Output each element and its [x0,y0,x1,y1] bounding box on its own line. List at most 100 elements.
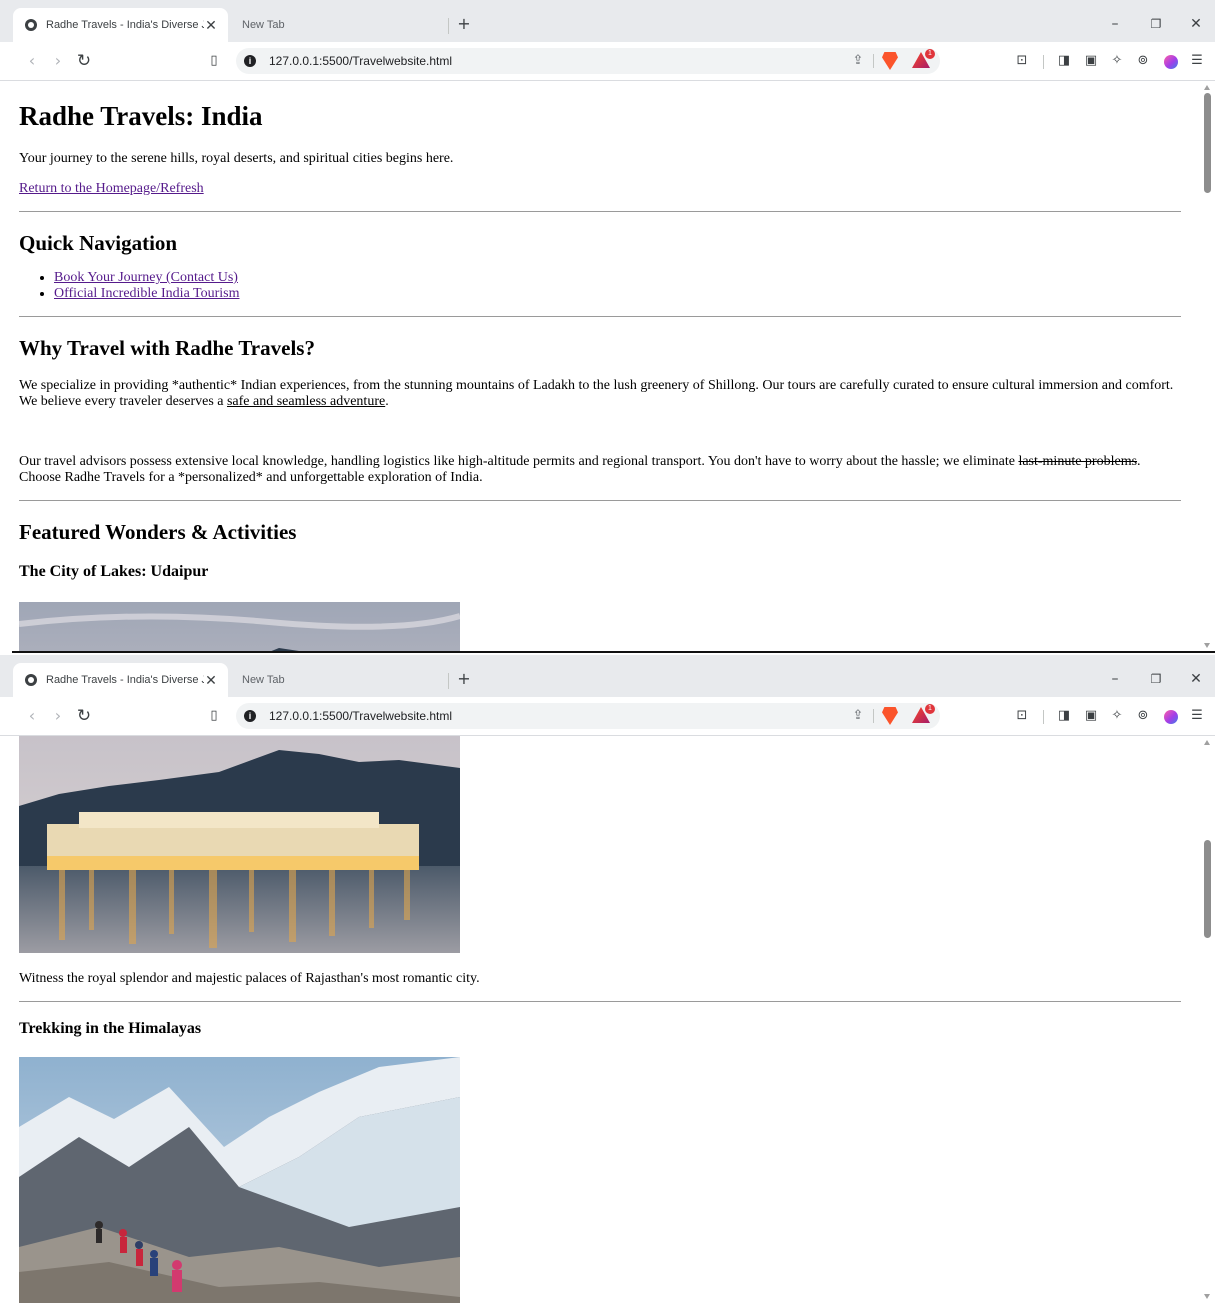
toolbar: ‹ › ↻ ▯ i 127.0.0.1:5500/Travelwebsite.h… [0,42,1215,81]
restore-button[interactable]: ❐ [1143,12,1169,36]
leo-ai-icon[interactable]: ✧ [1108,706,1126,726]
minimize-button[interactable]: – [1102,667,1128,691]
wallet-icon[interactable]: ▣ [1082,706,1100,726]
globe-icon [25,674,37,686]
section-divider [19,500,1181,501]
screenshot-icon[interactable]: ⊡ [1013,51,1031,71]
scroll-up-icon[interactable] [1204,740,1210,745]
share-icon[interactable]: ⇪ [850,52,866,70]
nav-item: Book Your Journey (Contact Us) [54,270,1181,286]
back-icon[interactable]: ‹ [22,50,42,72]
underlined-phrase: safe and seamless adventure [226,394,386,409]
tab-title: Radhe Travels - India's Diverse Jo [46,674,204,686]
brave-shields-icon[interactable] [882,52,898,70]
scroll-up-icon[interactable] [1204,85,1210,90]
struck-phrase: last-minute problems [1018,454,1138,469]
scroll-down-icon[interactable] [1204,643,1210,648]
vpn-icon[interactable]: ⊚ [1134,51,1152,71]
brave-shields-icon[interactable] [882,707,898,725]
contact-link[interactable]: Book Your Journey (Contact Us) [54,270,238,285]
udaipur-title: The City of Lakes: Udaipur [19,563,209,580]
rewards-badge: 1 [925,704,935,714]
why-paragraph-1: We specialize in providing *authentic* I… [19,378,1174,409]
menu-icon[interactable]: ☰ [1188,706,1206,726]
new-tab-button[interactable]: + [455,12,473,36]
lake-palace-photo [19,736,460,953]
tab-title: New Tab [242,674,285,686]
globe-icon [25,19,37,31]
tab-separator [448,18,449,34]
scroll-thumb[interactable] [1204,93,1211,193]
sidebar-icon[interactable]: ◨ [1055,706,1073,726]
tab-active[interactable]: Radhe Travels - India's Diverse Jo ✕ [13,8,228,42]
tab-title: New Tab [242,19,285,31]
close-icon[interactable]: ✕ [204,17,218,34]
tab-title: Radhe Travels - India's Diverse Jo [46,19,204,31]
reload-icon[interactable]: ↻ [74,705,94,727]
featured-heading: Featured Wonders & Activities [19,520,297,544]
section-divider [19,316,1181,317]
tab-separator [448,673,449,689]
menu-icon[interactable]: ☰ [1188,51,1206,71]
section-divider [19,211,1181,212]
scrollbar[interactable] [1200,81,1215,652]
page-viewport[interactable]: Radhe Travels: India Your journey to the… [0,81,1200,652]
toolbar: ‹ › ↻ ▯ i 127.0.0.1:5500/Travelwebsite.h… [0,697,1215,736]
vpn-icon[interactable]: ⊚ [1134,706,1152,726]
rewards-badge: 1 [925,49,935,59]
tab-strip: Radhe Travels - India's Diverse Jo ✕ New… [0,0,1215,42]
home-link[interactable]: Return to the Homepage/Refresh [19,181,204,196]
section-divider [19,1001,1181,1002]
window-close-button[interactable]: ✕ [1183,667,1209,691]
window-close-button[interactable]: ✕ [1183,12,1209,36]
tab-strip: Radhe Travels - India's Diverse Jo ✕ New… [0,655,1215,697]
page-content: Witness the royal splendor and majestic … [0,736,1200,1303]
tab-new[interactable]: New Tab [230,663,448,697]
sidebar-icon[interactable]: ◨ [1055,51,1073,71]
reload-icon[interactable]: ↻ [74,50,94,72]
profile-icon[interactable] [1164,55,1178,69]
himalaya-title: Trekking in the Himalayas [19,1020,202,1037]
forward-icon[interactable]: › [48,50,68,72]
why-heading: Why Travel with Radhe Travels? [19,336,315,360]
scroll-thumb[interactable] [1204,840,1211,938]
address-bar[interactable]: i 127.0.0.1:5500/Travelwebsite.html ⇪ 1 [236,703,940,729]
omnibox-separator [873,54,874,68]
nav-item: Official Incredible India Tourism [54,286,1181,302]
bookmark-icon[interactable]: ▯ [206,705,222,727]
site-info-icon[interactable]: i [244,710,256,722]
toolbar-separator [1043,55,1044,69]
profile-icon[interactable] [1164,710,1178,724]
page-viewport[interactable]: Witness the royal splendor and majestic … [0,736,1200,1303]
scroll-down-icon[interactable] [1204,1294,1210,1299]
page-title: Radhe Travels: India [19,101,263,131]
tourism-link[interactable]: Official Incredible India Tourism [54,286,240,301]
nav-list: Book Your Journey (Contact Us) Official … [19,270,1181,302]
new-tab-button[interactable]: + [455,667,473,691]
page-content: Radhe Travels: India Your journey to the… [0,81,1200,652]
share-icon[interactable]: ⇪ [850,707,866,725]
url-text[interactable]: 127.0.0.1:5500/Travelwebsite.html [269,703,452,729]
tab-active[interactable]: Radhe Travels - India's Diverse Jo ✕ [13,663,228,697]
leo-ai-icon[interactable]: ✧ [1108,51,1126,71]
udaipur-caption: Witness the royal splendor and majestic … [19,971,480,986]
restore-button[interactable]: ❐ [1143,667,1169,691]
nav-heading: Quick Navigation [19,231,178,255]
back-icon[interactable]: ‹ [22,705,42,727]
forward-icon[interactable]: › [48,705,68,727]
url-text[interactable]: 127.0.0.1:5500/Travelwebsite.html [269,48,452,74]
close-icon[interactable]: ✕ [204,672,218,689]
screenshot-divider [12,651,1215,653]
site-info-icon[interactable]: i [244,55,256,67]
scrollbar[interactable] [1200,736,1215,1303]
lake-palace-photo [19,602,460,652]
tab-new[interactable]: New Tab [230,8,448,42]
address-bar[interactable]: i 127.0.0.1:5500/Travelwebsite.html ⇪ 1 [236,48,940,74]
why-paragraph-2: Our travel advisors possess extensive lo… [19,454,1141,485]
screenshot-icon[interactable]: ⊡ [1013,706,1031,726]
browser-window-bottom: Radhe Travels - India's Diverse Jo ✕ New… [0,655,1215,1303]
bookmark-icon[interactable]: ▯ [206,50,222,72]
omnibox-separator [873,709,874,723]
wallet-icon[interactable]: ▣ [1082,51,1100,71]
minimize-button[interactable]: – [1102,12,1128,36]
